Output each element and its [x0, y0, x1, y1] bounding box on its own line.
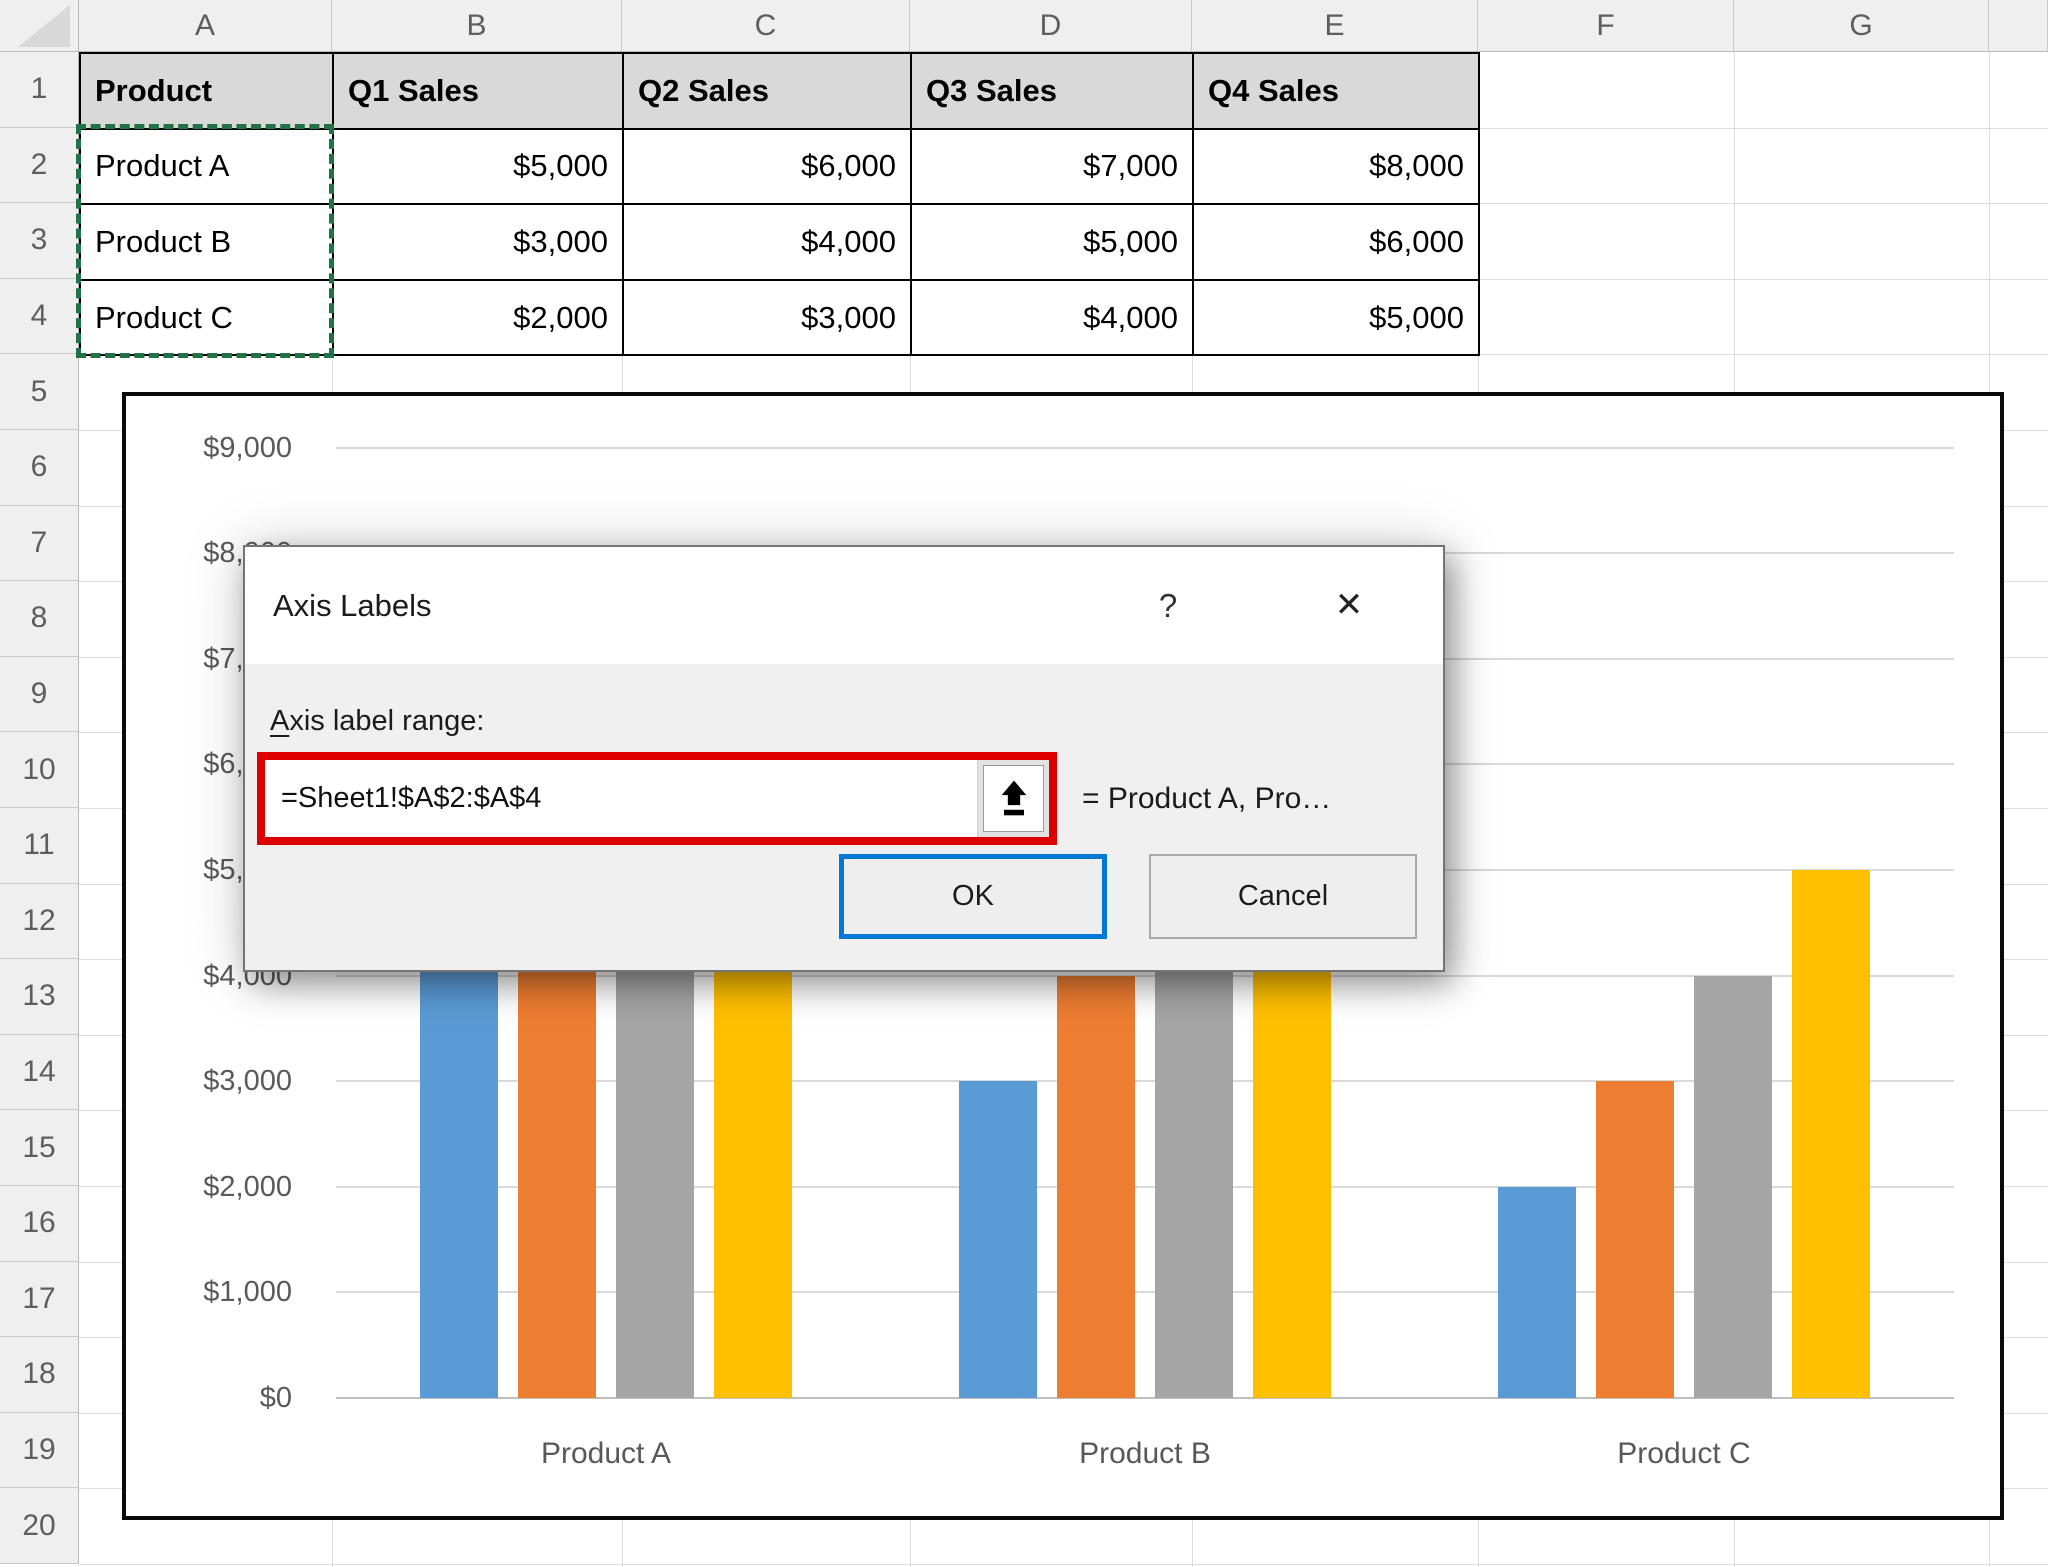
close-icon[interactable]: ✕	[1307, 547, 1391, 664]
bar-q4-sales-product-c[interactable]	[1792, 870, 1870, 1398]
label-rest: xis label range:	[289, 705, 485, 737]
row-header-8[interactable]: 8	[0, 581, 79, 657]
cancel-button[interactable]: Cancel	[1149, 854, 1417, 939]
column-header-partial[interactable]	[1989, 0, 2048, 52]
data-table: Product Q1 Sales Q2 Sales Q3 Sales Q4 Sa…	[79, 52, 1480, 357]
cell-d2[interactable]: $7,000	[912, 129, 1194, 206]
collapse-dialog-button[interactable]	[977, 760, 1049, 837]
y-axis-tick-label[interactable]: $1,000	[126, 1272, 292, 1312]
x-axis-category-label[interactable]: Product B	[975, 1432, 1315, 1476]
axis-label-range-label: Axis label range:	[270, 705, 484, 738]
row-header-19[interactable]: 19	[0, 1412, 79, 1489]
row-header-20[interactable]: 20	[0, 1488, 79, 1564]
bar-q2-sales-product-c[interactable]	[1596, 1081, 1674, 1398]
x-axis-category-label[interactable]: Product A	[436, 1432, 776, 1476]
row-header-3[interactable]: 3	[0, 203, 79, 279]
table-header-q1-sales[interactable]: Q1 Sales	[334, 54, 624, 130]
gridline	[79, 1564, 2048, 1565]
cell-d3[interactable]: $5,000	[912, 205, 1194, 281]
label-accelerator: A	[270, 705, 290, 737]
column-header-b[interactable]: B	[332, 0, 622, 52]
row-header-12[interactable]: 12	[0, 883, 79, 960]
cell-e2[interactable]: $8,000	[1194, 129, 1480, 206]
column-header-f[interactable]: F	[1478, 0, 1734, 52]
red-highlight-annotation: =Sheet1!$A$2:$A$4	[257, 752, 1057, 845]
row-header-16[interactable]: 16	[0, 1186, 79, 1262]
range-preview: = Product A, Pro…	[1082, 781, 1332, 815]
cell-a4[interactable]: Product C	[81, 280, 334, 357]
bar-q1-sales-product-c[interactable]	[1498, 1186, 1576, 1398]
y-axis-tick-label[interactable]: $9,000	[126, 428, 292, 468]
row-header-11[interactable]: 11	[0, 808, 79, 884]
axis-label-range-input[interactable]: =Sheet1!$A$2:$A$4	[265, 760, 1049, 837]
y-axis-tick-label[interactable]: $0	[126, 1378, 292, 1418]
cell-c4[interactable]: $3,000	[624, 280, 912, 357]
help-icon[interactable]: ?	[1130, 547, 1206, 664]
bar-q3-sales-product-c[interactable]	[1694, 975, 1772, 1398]
cell-a3[interactable]: Product B	[81, 205, 334, 281]
dialog-titlebar[interactable]: Axis Labels ? ✕	[245, 547, 1443, 664]
cell-d4[interactable]: $4,000	[912, 280, 1194, 357]
cell-b3[interactable]: $3,000	[334, 205, 624, 281]
column-header-a[interactable]: A	[79, 0, 332, 52]
row-header-7[interactable]: 7	[0, 505, 79, 582]
table-header-product[interactable]: Product	[81, 54, 334, 130]
chart-gridline	[336, 446, 1954, 449]
row-header-17[interactable]: 17	[0, 1261, 79, 1338]
cell-e3[interactable]: $6,000	[1194, 205, 1480, 281]
dialog-title: Axis Labels	[273, 588, 432, 623]
collapse-dialog-icon	[983, 765, 1044, 832]
table-header-q3-sales[interactable]: Q3 Sales	[912, 54, 1194, 130]
column-header-c[interactable]: C	[622, 0, 910, 52]
cell-c2[interactable]: $6,000	[624, 129, 912, 206]
cell-b4[interactable]: $2,000	[334, 280, 624, 357]
table-header-q4-sales[interactable]: Q4 Sales	[1194, 54, 1480, 130]
row-header-10[interactable]: 10	[0, 732, 79, 808]
row-header-4[interactable]: 4	[0, 278, 79, 355]
x-axis-category-label[interactable]: Product C	[1514, 1432, 1854, 1476]
row-header-1[interactable]: 1	[0, 52, 79, 128]
excel-worksheet: ABCDEFG 1 2 3 4 5 6 7 8 9 10 11 12 13 14 15 16 17 18 19 20 …	[0, 0, 2048, 1567]
y-axis-tick-label[interactable]: $3,000	[126, 1061, 292, 1101]
select-all-corner[interactable]	[0, 0, 79, 52]
row-header-6[interactable]: 6	[0, 430, 79, 506]
cell-e4[interactable]: $5,000	[1194, 280, 1480, 357]
table-header-q2-sales[interactable]: Q2 Sales	[624, 54, 912, 130]
cell-a2[interactable]: Product A	[81, 129, 334, 206]
column-header-d[interactable]: D	[910, 0, 1192, 52]
bar-q2-sales-product-b[interactable]	[1057, 975, 1135, 1398]
cell-c3[interactable]: $4,000	[624, 205, 912, 281]
row-header-15[interactable]: 15	[0, 1110, 79, 1186]
row-header-18[interactable]: 18	[0, 1337, 79, 1413]
row-header-2[interactable]: 2	[0, 127, 79, 204]
row-header-14[interactable]: 14	[0, 1034, 79, 1111]
column-header-g[interactable]: G	[1734, 0, 1989, 52]
y-axis-tick-label[interactable]: $2,000	[126, 1167, 292, 1207]
select-all-triangle-icon	[18, 5, 70, 47]
range-value: =Sheet1!$A$2:$A$4	[281, 782, 542, 814]
bar-q1-sales-product-b[interactable]	[959, 1081, 1037, 1398]
cell-b2[interactable]: $5,000	[334, 129, 624, 206]
row-header-5[interactable]: 5	[0, 354, 79, 430]
column-header-e[interactable]: E	[1192, 0, 1478, 52]
ok-button[interactable]: OK	[839, 854, 1107, 939]
row-header-13[interactable]: 13	[0, 959, 79, 1035]
axis-labels-dialog: Axis Labels ? ✕ Axis label range: =Sheet…	[243, 545, 1445, 972]
row-header-9[interactable]: 9	[0, 656, 79, 733]
